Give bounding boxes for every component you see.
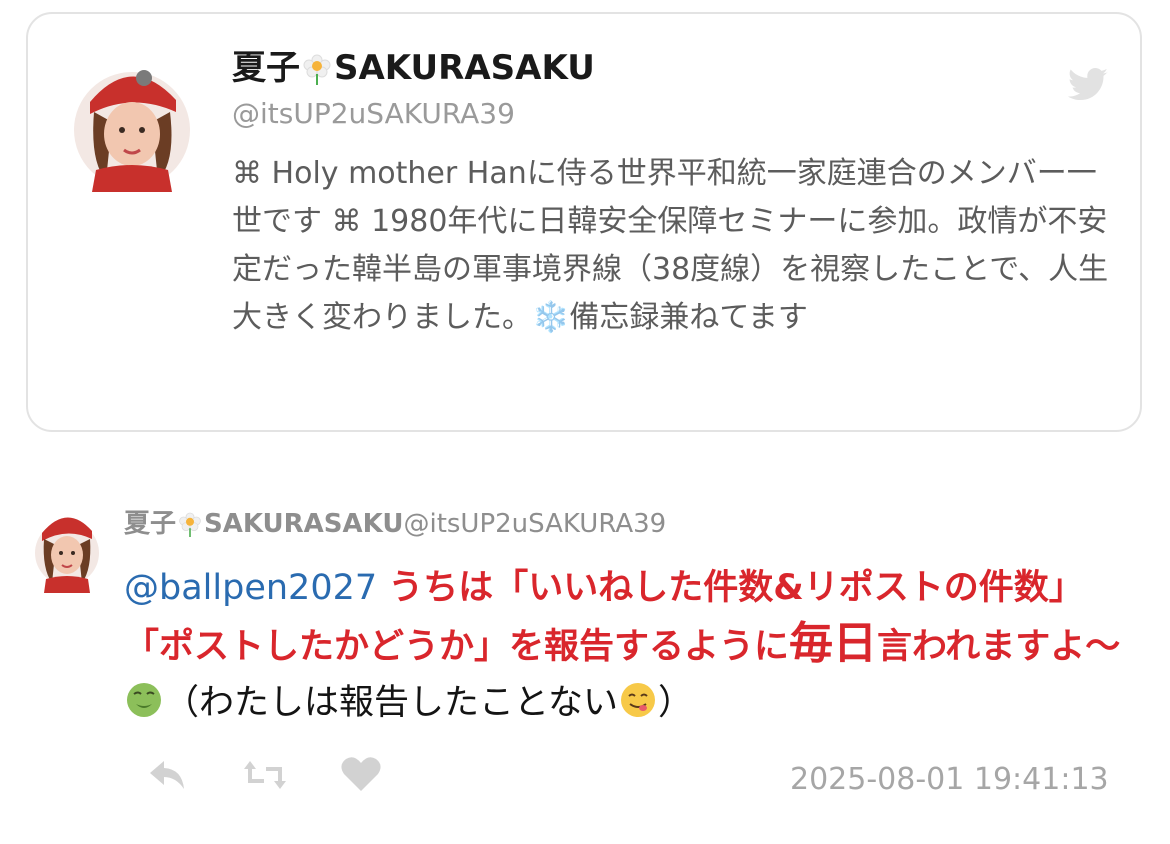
yum-face-emoji [620,683,655,717]
post-author-handle: @itsUP2uSAKURA39 [403,509,667,539]
post-text-red-2: 言われますよ〜 [877,627,1121,667]
post-text: @ballpen2027 うちは「いいねした件数&リポストの件数」「ポストしたか… [124,560,1134,731]
bio-text-tail: 備忘録兼ねてます [569,300,808,335]
reply-icon[interactable] [146,755,190,795]
nauseated-face-emoji [127,683,161,717]
flower-icon [179,512,201,537]
profile-name-prefix: 夏子 [232,48,300,88]
post-text-close: ） [657,683,693,723]
retweet-icon[interactable] [242,755,288,795]
post-text-plain: （わたしは報告したことない [164,683,618,723]
profile-bio: ⌘ Holy mother Hanに侍る世界平和統一家庭連合のメンバー一世です … [232,150,1112,342]
heart-icon[interactable] [340,755,382,793]
profile-handle[interactable]: @itsUP2uSAKURA39 [232,96,515,132]
post-author-suffix: SAKURASAKU [204,509,404,539]
snowflake-icon: ❄️ [532,300,570,335]
profile-avatar[interactable] [72,52,192,192]
mention-link[interactable]: @ballpen2027 [124,568,377,608]
profile-name[interactable]: 夏子 SAKURASAKU [232,48,595,88]
post-avatar[interactable] [34,503,100,593]
post-text-red-emphasis: 毎日 [789,618,878,669]
post-timestamp: 2025-08-01 19:41:13 [790,762,1109,797]
flower-icon [303,54,331,85]
profile-name-suffix: SAKURASAKU [334,48,595,88]
post-author-line[interactable]: 夏子 SAKURASAKU@itsUP2uSAKURA39 [124,507,666,541]
post-author-prefix: 夏子 [124,509,177,539]
twitter-bird-icon[interactable] [1066,68,1110,104]
